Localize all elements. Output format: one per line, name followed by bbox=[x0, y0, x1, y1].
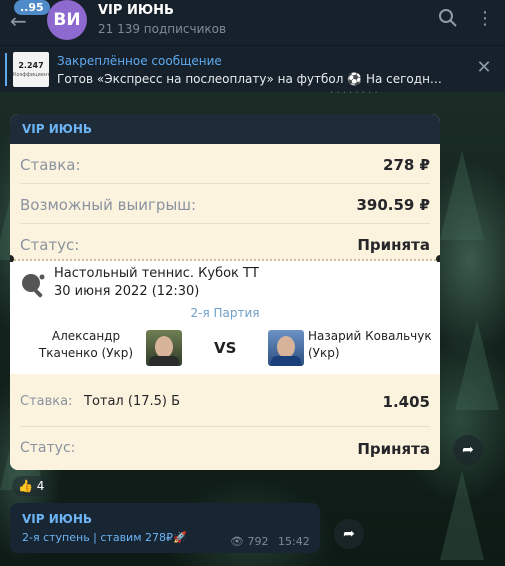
match-part: 2-я Партия bbox=[190, 306, 260, 320]
bet-status-label: Статус: bbox=[20, 440, 76, 456]
player1-name: Александр Ткаченко (Укр) bbox=[38, 329, 134, 360]
share-icon[interactable]: ➦ bbox=[334, 519, 364, 549]
table-tennis-icon bbox=[20, 272, 46, 298]
eye-icon: 👁 bbox=[230, 535, 244, 548]
pinned-thumb-value: 2.247 bbox=[18, 61, 44, 70]
possible-win-value: 390.59 ₽ bbox=[356, 196, 430, 214]
message-time: 15:42 bbox=[278, 535, 310, 548]
status-value: Принята bbox=[357, 236, 430, 254]
channel-avatar[interactable]: ВИ bbox=[47, 0, 87, 40]
stake-value: 278 ₽ bbox=[383, 156, 430, 174]
pinned-message-bar[interactable]: 2.247 Коэффициент Закреплённое сообщение… bbox=[0, 45, 505, 92]
ticket-divider bbox=[10, 259, 440, 261]
reaction-count: 4 bbox=[36, 479, 45, 493]
pinned-thumb-caption: Коэффициент bbox=[13, 72, 51, 78]
unread-badge: ..95 bbox=[14, 0, 50, 15]
stake-label: Ставка: bbox=[20, 156, 81, 174]
bet-status-value: Принята bbox=[357, 440, 430, 458]
wallpaper-tree bbox=[440, 470, 484, 560]
close-icon[interactable]: ✕ bbox=[474, 58, 494, 78]
views-value: 792 bbox=[247, 535, 269, 548]
match-info: Настольный теннис. Кубок ТТ 30 июня 2022… bbox=[10, 262, 440, 374]
bet-divider bbox=[20, 426, 430, 427]
versus-label: VS bbox=[214, 339, 237, 357]
tournament-name: Настольный теннис. Кубок ТТ bbox=[54, 266, 259, 281]
wallpaper-tree bbox=[440, 150, 484, 240]
pinned-text: Готов «Экспресс на послеоплату» на футбо… bbox=[57, 72, 449, 86]
status-row: Статус: Принята bbox=[20, 224, 430, 264]
possible-win-label: Возможный выигрыш: bbox=[20, 196, 197, 214]
chat-header: ← ..95 ВИ VIP ИЮНЬ 21 139 подписчиков ⋮ bbox=[0, 0, 505, 45]
pinned-title: Закреплённое сообщение bbox=[57, 54, 222, 68]
search-icon[interactable] bbox=[438, 8, 460, 30]
wallpaper-tree bbox=[455, 320, 499, 410]
previous-message-meta: · · · · · · · · bbox=[330, 88, 378, 99]
bet-card-message: VIP ИЮНЬ Ставка: 278 ₽ Возможный выигрыш… bbox=[10, 114, 440, 470]
reaction-chip[interactable]: 👍 4 bbox=[12, 476, 51, 496]
pinned-indicator bbox=[5, 53, 7, 86]
player2-shirt bbox=[271, 356, 301, 366]
channel-title[interactable]: VIP ИЮНЬ bbox=[98, 3, 174, 18]
reaction-emoji: 👍 bbox=[18, 479, 33, 493]
player1-face bbox=[155, 336, 173, 358]
card-header: VIP ИЮНЬ bbox=[10, 114, 440, 144]
message-author[interactable]: VIP ИЮНЬ bbox=[22, 512, 92, 526]
message-body: 2-я ступень | ставим 278₽🚀 bbox=[22, 531, 187, 544]
player2-photo bbox=[268, 330, 304, 366]
player1-photo bbox=[146, 330, 182, 366]
match-date: 30 июня 2022 (12:30) bbox=[54, 284, 200, 299]
pinned-thumbnail: 2.247 Коэффициент bbox=[13, 52, 51, 87]
message-bubble: VIP ИЮНЬ 2-я ступень | ставим 278₽🚀 👁 79… bbox=[10, 503, 320, 553]
bet-odds: 1.405 bbox=[382, 393, 430, 411]
player1-shirt bbox=[149, 356, 179, 366]
bet-description: Тотал (17.5) Б bbox=[84, 394, 181, 409]
bet-label: Ставка: bbox=[20, 394, 73, 409]
possible-win-row: Возможный выигрыш: 390.59 ₽ bbox=[20, 184, 430, 224]
share-icon[interactable]: ➦ bbox=[453, 435, 483, 465]
subscriber-count: 21 139 подписчиков bbox=[98, 22, 227, 36]
views-count: 👁 792 bbox=[230, 535, 268, 548]
stake-row: Ставка: 278 ₽ bbox=[20, 144, 430, 184]
player2-face bbox=[277, 336, 295, 358]
more-menu-icon[interactable]: ⋮ bbox=[476, 8, 494, 30]
status-label: Статус: bbox=[20, 236, 80, 254]
bet-details: Ставка: Тотал (17.5) Б 1.405 Статус: При… bbox=[10, 374, 440, 470]
card-channel-name[interactable]: VIP ИЮНЬ bbox=[22, 122, 92, 136]
bet-summary: Ставка: 278 ₽ Возможный выигрыш: 390.59 … bbox=[10, 144, 440, 260]
player2-name: Назарий Ковальчук (Укр) bbox=[308, 329, 432, 360]
